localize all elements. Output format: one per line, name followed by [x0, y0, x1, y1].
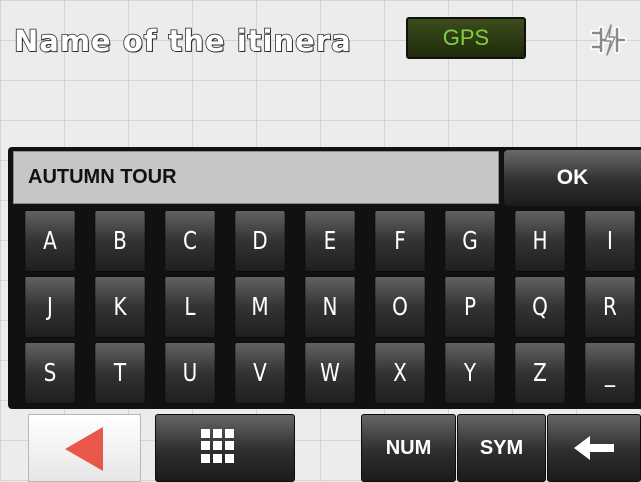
backspace-button[interactable]	[547, 414, 641, 482]
key-x[interactable]: X	[374, 342, 426, 404]
key-i[interactable]: I	[584, 210, 636, 272]
keyboard-layout-button[interactable]	[155, 414, 295, 482]
key-m[interactable]: M	[234, 276, 286, 338]
key-u[interactable]: U	[164, 342, 216, 404]
key-f[interactable]: F	[374, 210, 426, 272]
itinerary-name-input[interactable]: AUTUMN TOUR	[13, 151, 499, 204]
key-k[interactable]: K	[94, 276, 146, 338]
gps-button[interactable]: GPS	[406, 17, 526, 59]
key-e[interactable]: E	[304, 210, 356, 272]
header: Name of the itinera GPS	[0, 0, 641, 80]
num-button[interactable]: NUM	[361, 414, 456, 482]
ok-button[interactable]: OK	[504, 150, 641, 206]
key-y[interactable]: Y	[444, 342, 496, 404]
bottom-toolbar: NUM SYM	[0, 412, 641, 482]
key-l[interactable]: L	[164, 276, 216, 338]
key-a[interactable]: A	[24, 210, 76, 272]
key-q[interactable]: Q	[514, 276, 566, 338]
sym-button[interactable]: SYM	[457, 414, 546, 482]
key-t[interactable]: T	[94, 342, 146, 404]
back-button[interactable]	[28, 414, 141, 482]
keyboard-keys: A B C D E F G H I J K L M N O P Q R S T U V W X Y Z _	[18, 210, 641, 407]
key-v[interactable]: V	[234, 342, 286, 404]
key-p[interactable]: P	[444, 276, 496, 338]
key-b[interactable]: B	[94, 210, 146, 272]
back-arrow-icon	[65, 427, 103, 471]
power-plug-icon[interactable]	[584, 20, 632, 60]
key-n[interactable]: N	[304, 276, 356, 338]
key-d[interactable]: D	[234, 210, 286, 272]
key-r[interactable]: R	[584, 276, 636, 338]
key-w[interactable]: W	[304, 342, 356, 404]
key-underscore[interactable]: _	[584, 342, 636, 404]
key-g[interactable]: G	[444, 210, 496, 272]
key-h[interactable]: H	[514, 210, 566, 272]
key-c[interactable]: C	[164, 210, 216, 272]
key-z[interactable]: Z	[514, 342, 566, 404]
backspace-arrow-icon	[574, 436, 614, 460]
page-title: Name of the itinera	[13, 23, 352, 59]
key-j[interactable]: J	[24, 276, 76, 338]
key-o[interactable]: O	[374, 276, 426, 338]
key-s[interactable]: S	[24, 342, 76, 404]
keyboard-grid-icon	[201, 429, 234, 463]
